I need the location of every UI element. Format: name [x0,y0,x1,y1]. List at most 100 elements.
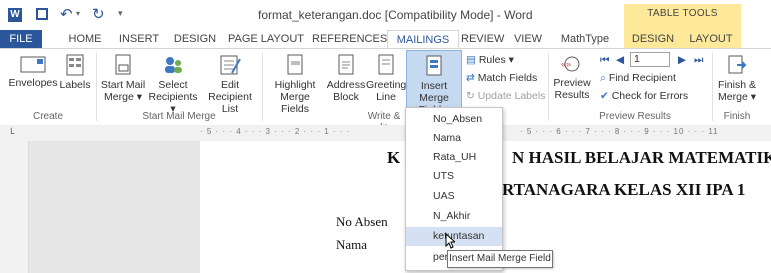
start-mail-merge-button[interactable]: Start Mail Merge ▾ [98,53,148,103]
insert-merge-field-icon [426,55,442,76]
rules-button[interactable]: ▤ Rules ▾ [466,53,514,67]
address-block-label-1: Address [326,79,366,91]
insert-merge-field-button[interactable]: Insert Merge Field ▾ [406,50,462,116]
save-icon[interactable] [36,8,48,20]
greeting-line-label-2: Line [376,91,396,103]
horizontal-ruler[interactable]: └ · 5 · · · 4 · · · 3 · · · 2 · · · 1 · … [0,125,771,142]
tab-insert[interactable]: INSERT [114,30,164,48]
match-fields-button[interactable]: ⇄ Match Fields [466,71,537,85]
table-tools-label: TABLE TOOLS [647,8,718,19]
address-block-button[interactable]: Address Block [326,53,366,103]
merge-field-item[interactable]: Rata_UH [406,148,502,167]
group-preview-results-label: Preview Results [599,111,671,122]
find-recipient-button[interactable]: ⌕ Find Recipient [600,71,676,85]
tab-references[interactable]: REFERENCES [312,30,387,48]
mouse-cursor-icon [445,233,455,249]
rules-label: Rules ▾ [478,54,514,66]
tab-mathtype[interactable]: MathType [560,30,610,48]
group-finish-label: Finish [723,111,751,122]
labels-icon [66,54,84,76]
address-block-icon [338,54,354,75]
labels-button[interactable]: Labels [58,53,92,91]
start-mail-merge-label-1: Start Mail [100,79,146,91]
field-label-no-absen: No Absen [336,214,388,229]
ribbon-tabs: FILE HOME INSERT DESIGN PAGE LAYOUT REFE… [0,30,771,49]
heading-line-1-start: K [387,148,401,167]
envelopes-label: Envelopes [8,77,58,89]
envelopes-button[interactable]: Envelopes [6,53,60,89]
merge-field-item[interactable]: N_Akhir [406,207,502,226]
preview-label-1: Preview [553,77,591,89]
start-mail-merge-icon [115,54,131,75]
previous-record-icon[interactable]: ◀ [616,53,624,67]
redo-icon[interactable]: ↻ [92,5,105,23]
labels-label: Labels [59,79,91,91]
merge-field-item[interactable]: UAS [406,187,502,206]
record-number-field[interactable]: 1 [630,52,670,67]
tab-table-layout[interactable]: LAYOUT [686,30,736,48]
find-recipient-icon: ⌕ [600,72,609,84]
tab-review[interactable]: REVIEW [461,30,504,48]
group-separator [548,53,549,121]
ruler-marks-right: · 5 · · · 6 · · · 7 · · · 8 · · · 9 · · … [520,127,719,136]
finish-label-2: Merge ▾ [718,91,756,103]
first-record-icon[interactable]: ⏮ [600,53,609,67]
preview-results-button[interactable]: «» Preview Results [552,53,592,101]
heading-line-2-end: RTANAGARA KELAS XII IPA 1 [502,180,746,199]
group-separator [712,53,713,121]
finish-merge-button[interactable]: Finish & Merge ▾ [714,53,760,103]
update-labels-label: Update Labels [477,90,546,102]
envelope-icon [20,56,46,73]
update-labels-icon: ↻ [466,90,478,102]
tab-file[interactable]: FILE [0,30,42,48]
word-app-icon[interactable]: W [8,8,22,22]
tab-design[interactable]: DESIGN [170,30,220,48]
group-separator [262,53,263,121]
match-fields-icon: ⇄ [466,72,478,84]
document-margin-area [29,141,200,273]
update-labels-button[interactable]: ↻ Update Labels [466,89,545,103]
edit-recipient-list-label-1: Edit [220,79,240,91]
greeting-line-icon [378,54,394,75]
greeting-line-button[interactable]: Greeting Line [366,53,406,103]
greeting-line-label-1: Greeting [366,79,407,91]
group-separator [96,53,97,121]
select-recipients-button[interactable]: Select Recipients ▾ [146,53,200,115]
heading-line-1-end: N HASIL BELAJAR MATEMATIKA [512,148,771,167]
last-record-icon[interactable]: ⏭ [694,53,703,67]
next-record-icon[interactable]: ▶ [678,53,686,67]
window-title: format_keterangan.doc [Compatibility Mod… [258,8,533,22]
customize-qat-icon[interactable]: ▾ [118,8,123,19]
tab-page-layout[interactable]: PAGE LAYOUT [226,30,306,48]
preview-label-2: Results [554,89,590,101]
highlight-label-2: Merge Fields [280,91,310,115]
merge-field-item[interactable]: Nama [406,129,502,148]
tab-table-design[interactable]: DESIGN [628,30,678,48]
group-start-mail-merge-label: Start Mail Merge [142,111,216,122]
field-label-nama: Nama [336,237,368,252]
start-mail-merge-label-2: Merge ▾ [104,91,142,103]
highlight-merge-fields-button[interactable]: Highlight Merge Fields [266,53,324,115]
tab-view[interactable]: VIEW [510,30,546,48]
undo-icon[interactable]: ↶ [60,5,73,23]
edit-list-icon [220,55,241,75]
match-fields-label: Match Fields [477,72,538,84]
merge-field-item[interactable]: UTS [406,167,502,186]
ruler-marks-left: · 5 · · · 4 · · · 3 · · · 2 · · · 1 · · … [200,127,351,136]
tooltip: Insert Mail Merge Field [447,250,553,268]
edit-recipient-list-button[interactable]: Edit Recipient List [200,53,260,115]
tab-mailings[interactable]: MAILINGS [387,30,459,49]
highlight-icon [287,54,303,75]
undo-dropdown-icon[interactable]: ▾ [76,9,80,18]
merge-field-item[interactable]: No_Absen [406,110,502,129]
tab-home[interactable]: HOME [62,30,108,48]
vertical-ruler [0,141,29,273]
find-recipient-label: Find Recipient [608,72,676,84]
select-recipients-label-1: Select [158,79,188,91]
highlight-label-1: Highlight [274,79,316,91]
check-for-errors-button[interactable]: ✔ Check for Errors [600,89,688,103]
preview-icon: «» [561,56,580,72]
address-block-label-2: Block [333,91,359,103]
tab-selector[interactable]: └ [8,128,18,138]
recipients-icon [165,57,182,73]
